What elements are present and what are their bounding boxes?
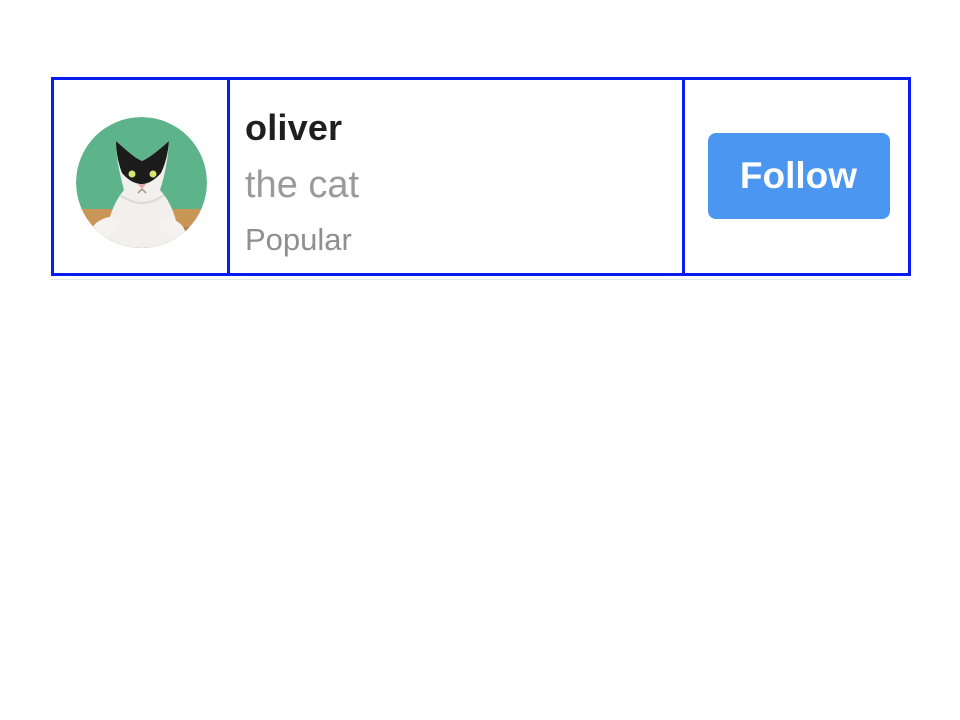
follow-button[interactable]: Follow <box>707 132 890 219</box>
popular-tag: Popular <box>245 222 352 257</box>
user-subtitle: the cat <box>245 164 360 206</box>
avatar-cell <box>54 80 230 273</box>
avatar <box>76 116 207 248</box>
profile-info: oliver the cat Popular <box>230 80 685 273</box>
username: oliver <box>245 107 343 148</box>
user-card: oliver the cat Popular Follow <box>51 77 911 280</box>
action-cell: Follow <box>685 80 908 273</box>
